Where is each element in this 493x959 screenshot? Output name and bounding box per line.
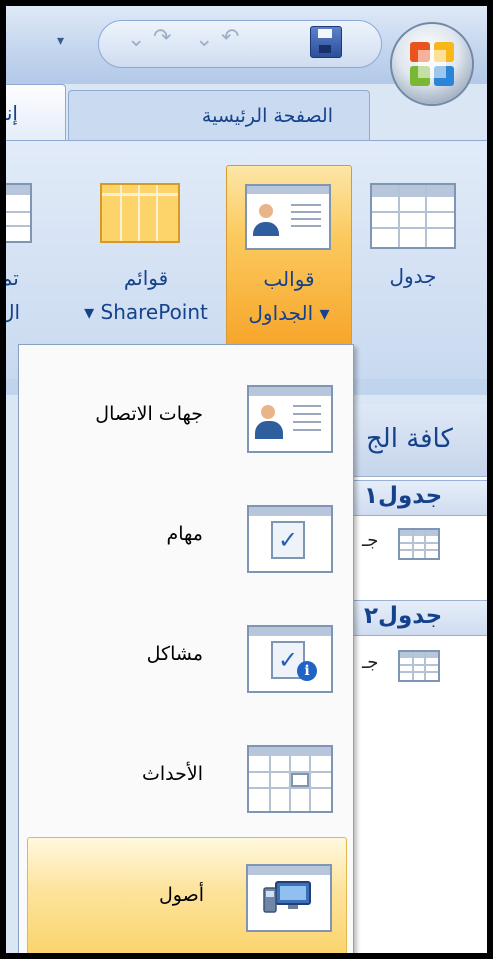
task-clipboard-icon: ✓ bbox=[247, 505, 333, 573]
nav-item[interactable]: جـ bbox=[352, 642, 487, 688]
asset-computer-icon bbox=[246, 864, 332, 932]
table-icon bbox=[398, 650, 440, 682]
clipped-button-label-1: تم bbox=[6, 266, 19, 290]
issue-clipboard-icon: ✓ i bbox=[247, 625, 333, 693]
menu-item-label: مشاكل bbox=[146, 643, 203, 665]
save-icon[interactable] bbox=[310, 26, 342, 58]
nav-group[interactable]: جدول١ bbox=[352, 480, 487, 516]
clipped-button-label-2: ال bbox=[6, 300, 21, 324]
customize-qat-dropdown-icon[interactable]: ▾ bbox=[57, 33, 64, 49]
sharepoint-lists-button[interactable]: قوائم ▾ SharePoint bbox=[70, 157, 222, 347]
clipped-table-icon bbox=[6, 183, 32, 243]
tab-home-label: الصفحة الرئيسية bbox=[201, 105, 333, 127]
table-templates-label-1: قوالب bbox=[263, 267, 315, 291]
calendar-grid-icon bbox=[247, 745, 333, 813]
nav-item-label: جـ bbox=[362, 652, 379, 673]
contact-card-icon bbox=[247, 385, 333, 453]
sharepoint-label-2: ▾ SharePoint bbox=[84, 300, 208, 324]
menu-item-label: أصول bbox=[158, 884, 204, 906]
undo-icon[interactable]: ↶ bbox=[221, 25, 239, 50]
nav-pane-header[interactable]: كافة الج bbox=[352, 404, 487, 477]
nav-item-label: جـ bbox=[362, 530, 379, 551]
table-templates-menu: جهات الاتصال ✓ مهام ✓ i مشاكل الأحداث أص… bbox=[18, 344, 354, 953]
clipped-ribbon-button[interactable]: تم ال bbox=[6, 157, 36, 347]
menu-item-assets[interactable]: أصول bbox=[27, 837, 347, 953]
sharepoint-list-icon bbox=[100, 183, 180, 243]
menu-item-events[interactable]: الأحداث bbox=[19, 715, 353, 835]
table-icon bbox=[398, 528, 440, 560]
table-templates-button[interactable]: قوالب الجداول ▾ bbox=[226, 165, 352, 347]
title-bar: ▾ ⌄ ↷ ⌄ ↶ bbox=[6, 6, 487, 104]
undo-dropdown-icon[interactable]: ⌄ bbox=[195, 27, 213, 52]
nav-group[interactable]: جدول٢ bbox=[352, 600, 487, 636]
menu-item-label: جهات الاتصال bbox=[95, 403, 203, 425]
redo-icon[interactable]: ↷ bbox=[153, 25, 171, 50]
application-window: ▾ ⌄ ↷ ⌄ ↶ الصفحة الرئيسية إنـ bbox=[6, 6, 487, 953]
office-logo-icon bbox=[410, 42, 454, 86]
tab-insert[interactable]: إنـ bbox=[6, 84, 66, 141]
table-templates-label-2: الجداول ▾ bbox=[248, 301, 330, 325]
menu-item-issues[interactable]: ✓ i مشاكل bbox=[19, 595, 353, 715]
navigation-pane: كافة الج جدول١ جـ جدول٢ جـ bbox=[352, 404, 487, 953]
contact-card-icon bbox=[245, 184, 331, 250]
tab-home[interactable]: الصفحة الرئيسية bbox=[68, 90, 370, 141]
menu-item-contacts[interactable]: جهات الاتصال bbox=[19, 355, 353, 475]
menu-item-label: الأحداث bbox=[142, 763, 203, 785]
nav-pane-header-label: كافة الج bbox=[366, 424, 453, 454]
table-button[interactable]: جدول bbox=[358, 157, 468, 317]
redo-dropdown-icon[interactable]: ⌄ bbox=[127, 27, 145, 52]
nav-item[interactable]: جـ bbox=[352, 520, 487, 566]
menu-item-label: مهام bbox=[166, 523, 204, 545]
table-button-label: جدول bbox=[389, 264, 437, 288]
tab-insert-label: إنـ bbox=[6, 101, 18, 125]
nav-group-label: جدول٢ bbox=[364, 603, 443, 629]
table-icon bbox=[370, 183, 456, 249]
nav-group-label: جدول١ bbox=[364, 483, 443, 509]
sharepoint-label-1: قوائم bbox=[123, 266, 169, 290]
menu-item-tasks[interactable]: ✓ مهام bbox=[19, 475, 353, 595]
ribbon-tabs: الصفحة الرئيسية إنـ bbox=[6, 84, 487, 141]
